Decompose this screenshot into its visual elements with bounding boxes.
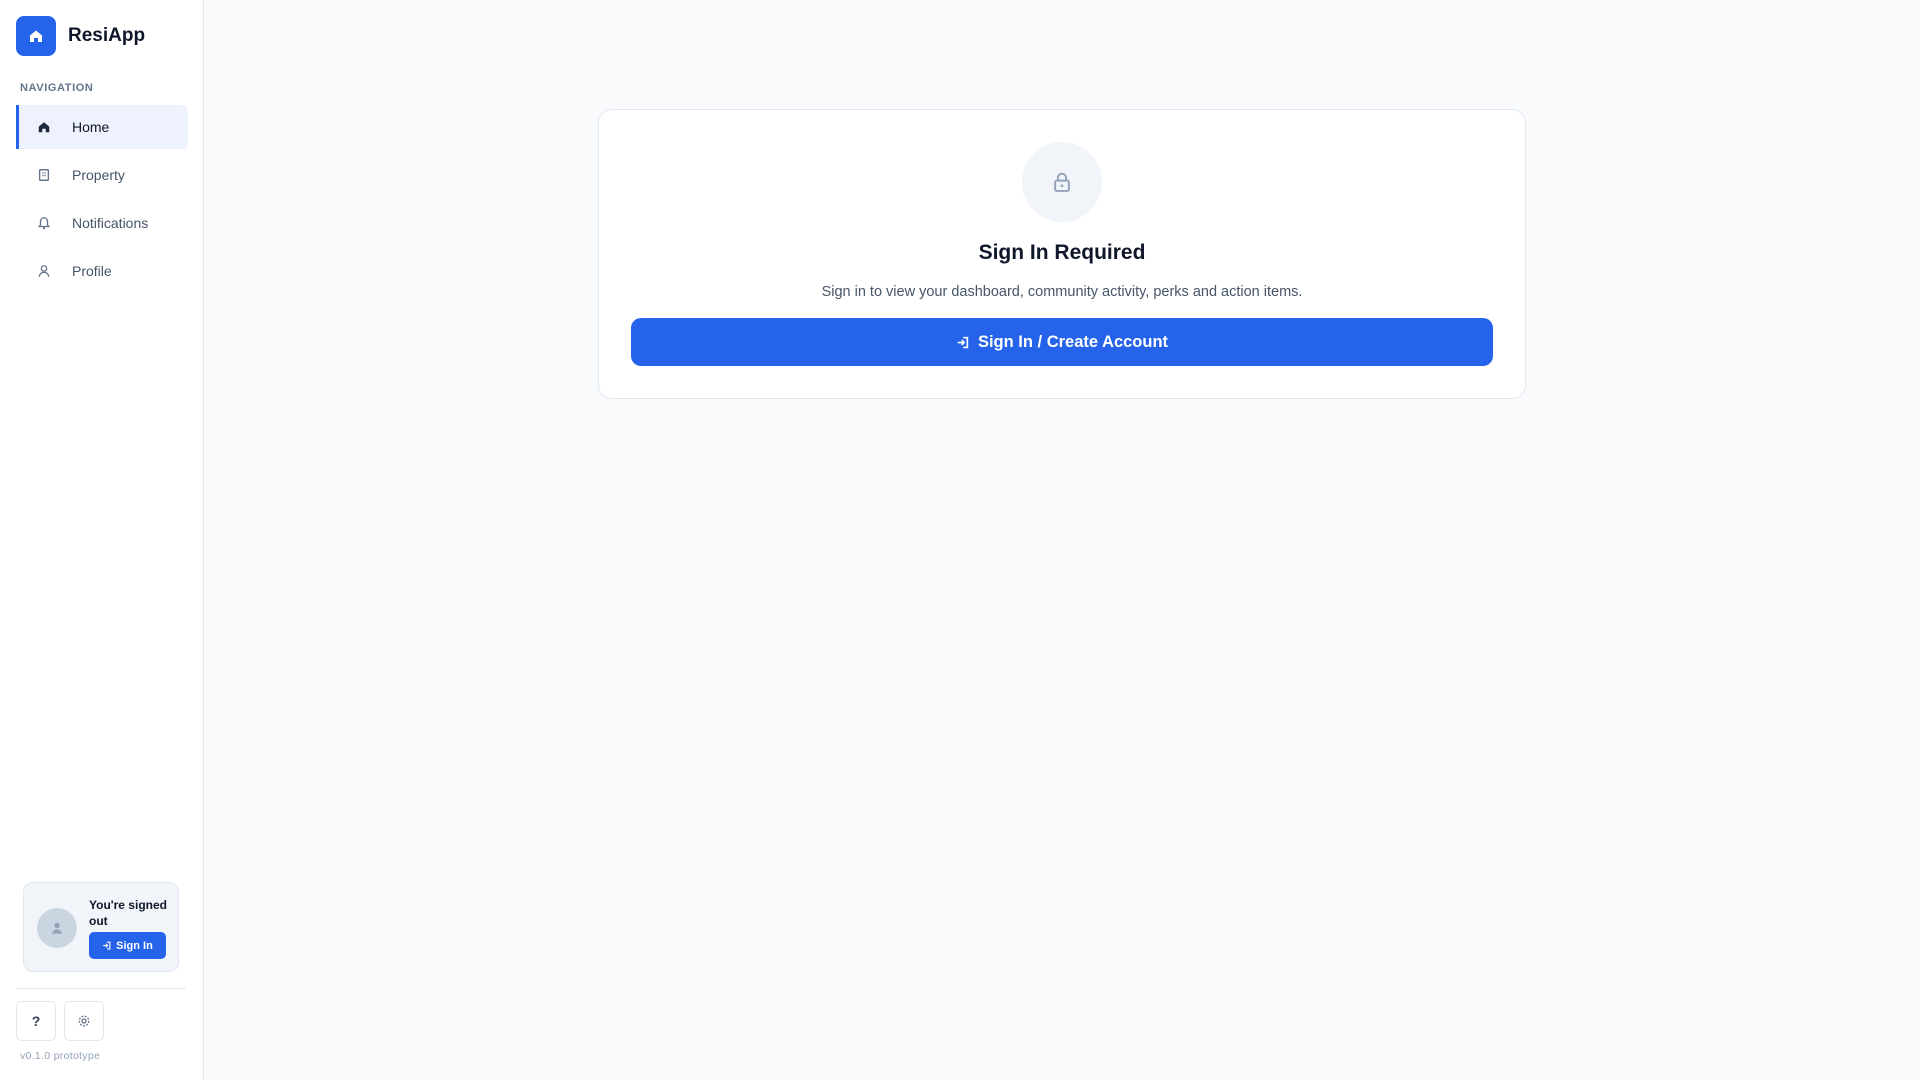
sidebar: ResiApp NAVIGATION Home Property Notific…	[0, 0, 204, 1080]
sign-in-required-card: Sign In Required Sign in to view your da…	[598, 109, 1526, 399]
home-icon	[36, 119, 52, 135]
sidebar-item-profile[interactable]: Profile	[16, 249, 188, 293]
gear-icon	[77, 1014, 91, 1028]
sidebar-item-label: Profile	[72, 263, 112, 279]
help-button[interactable]: ?	[16, 1001, 56, 1041]
nav-list: Home Property Notifications Profile	[16, 105, 188, 297]
sidebar-sign-in-button[interactable]: Sign In	[89, 932, 166, 959]
bell-icon	[36, 215, 52, 231]
building-icon	[36, 167, 52, 183]
sidebar-item-label: Home	[72, 119, 110, 135]
avatar	[37, 908, 77, 948]
user-icon	[36, 263, 52, 279]
sidebar-sign-in-label: Sign In	[116, 939, 153, 952]
app-name: ResiApp	[68, 25, 146, 46]
help-label: ?	[31, 1013, 41, 1029]
lock-icon	[1022, 142, 1102, 222]
sidebar-item-label: Notifications	[72, 215, 149, 231]
signed-out-title: You're signed out	[89, 898, 167, 928]
signed-out-card: You're signed out Sign In	[23, 882, 179, 972]
sidebar-item-notifications[interactable]: Notifications	[16, 201, 188, 245]
brand[interactable]: ResiApp	[16, 16, 145, 56]
sign-in-create-account-label: Sign In / Create Account	[977, 332, 1169, 351]
sidebar-item-home[interactable]: Home	[16, 105, 188, 149]
sign-in-icon	[102, 941, 111, 950]
user-icon	[50, 921, 64, 935]
version-label: v0.1.0 prototype	[20, 1050, 101, 1062]
page-title: Sign In Required	[978, 241, 1146, 264]
sidebar-divider	[16, 988, 186, 989]
settings-button[interactable]	[64, 1001, 104, 1041]
card-description: Sign in to view your dashboard, communit…	[821, 284, 1303, 300]
sidebar-item-property[interactable]: Property	[16, 153, 188, 197]
nav-section-label: NAVIGATION	[20, 82, 94, 94]
home-icon	[16, 16, 56, 56]
sidebar-item-label: Property	[72, 167, 125, 183]
sign-in-create-account-button[interactable]: Sign In / Create Account	[631, 318, 1493, 366]
sign-in-icon	[956, 336, 969, 349]
